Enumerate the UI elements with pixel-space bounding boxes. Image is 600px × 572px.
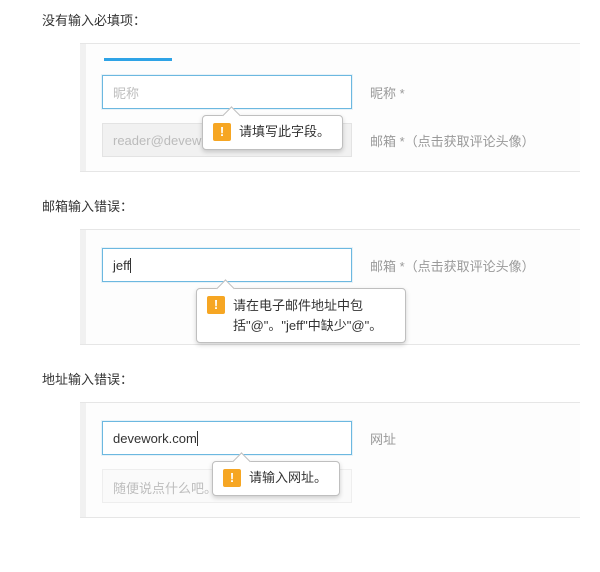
tooltip-url-text: 请输入网址。 xyxy=(249,469,327,488)
panel-url: devework.com 网址 请输入网址。 随便说点什么吧。. . xyxy=(80,402,580,518)
tooltip-email: 请在电子邮件地址中包括"@"。"jeff"中缺少"@"。 xyxy=(196,288,406,343)
section-required: 没有输入必填项： 昵称 昵称 * 请填写此字段。 reader@devework… xyxy=(12,10,588,172)
panel-email: jeff 邮箱 *（点击获取评论头像） 请在电子邮件地址中包括"@"。"jeff… xyxy=(80,229,580,345)
nickname-label: 昵称 * xyxy=(370,83,405,102)
section-title-email: 邮箱输入错误： xyxy=(42,196,588,215)
section-url: 地址输入错误： devework.com 网址 请输入网址。 随便说点什么吧。.… xyxy=(12,369,588,518)
warning-icon xyxy=(223,469,241,487)
row-email-input: jeff 邮箱 *（点击获取评论头像） 请在电子邮件地址中包括"@"。"jeff… xyxy=(102,248,566,282)
tooltip-required-text: 请填写此字段。 xyxy=(239,123,330,142)
section-title-required: 没有输入必填项： xyxy=(42,10,588,29)
nickname-input[interactable]: 昵称 xyxy=(102,75,352,109)
email-readonly-label: 邮箱 *（点击获取评论头像） xyxy=(370,131,535,150)
panel-required: 昵称 昵称 * 请填写此字段。 reader@devework.c... 邮箱 … xyxy=(80,43,580,172)
email-input-label: 邮箱 *（点击获取评论头像） xyxy=(370,256,535,275)
warning-icon xyxy=(213,123,231,141)
tooltip-url: 请输入网址。 xyxy=(212,461,340,496)
row-nickname: 昵称 昵称 * 请填写此字段。 xyxy=(102,75,566,109)
tooltip-required: 请填写此字段。 xyxy=(202,115,343,150)
tab-underline xyxy=(104,58,172,61)
url-input[interactable]: devework.com xyxy=(102,421,352,455)
url-input-label: 网址 xyxy=(370,429,396,448)
section-title-url: 地址输入错误： xyxy=(42,369,588,388)
section-email: 邮箱输入错误： jeff 邮箱 *（点击获取评论头像） 请在电子邮件地址中包括"… xyxy=(12,196,588,345)
row-url-input: devework.com 网址 请输入网址。 xyxy=(102,421,566,455)
tooltip-email-text: 请在电子邮件地址中包括"@"。"jeff"中缺少"@"。 xyxy=(233,296,393,335)
warning-icon xyxy=(207,296,225,314)
email-input[interactable]: jeff xyxy=(102,248,352,282)
